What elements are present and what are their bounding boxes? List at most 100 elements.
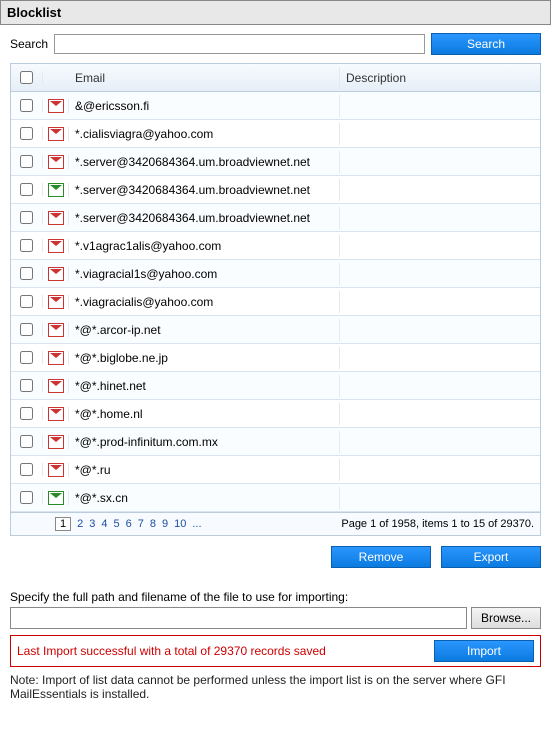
row-email: *.viagracialis@yahoo.com (69, 291, 340, 313)
table-row[interactable]: *.viagracial1s@yahoo.com (11, 260, 540, 288)
row-checkbox[interactable] (20, 379, 33, 392)
row-description (340, 130, 540, 138)
row-description (340, 382, 540, 390)
mail-icon (48, 323, 64, 337)
row-checkbox[interactable] (20, 239, 33, 252)
row-checkbox[interactable] (20, 407, 33, 420)
mail-icon (48, 127, 64, 141)
row-checkbox-cell (11, 239, 43, 252)
export-button[interactable]: Export (441, 546, 541, 568)
file-row: Browse... (10, 607, 541, 629)
row-checkbox-cell (11, 407, 43, 420)
row-checkbox[interactable] (20, 295, 33, 308)
table-row[interactable]: &@ericsson.fi (11, 92, 540, 120)
row-icon-cell (43, 407, 69, 421)
pager-page[interactable]: 6 (126, 518, 132, 530)
row-description (340, 102, 540, 110)
row-checkbox[interactable] (20, 127, 33, 140)
row-icon-cell (43, 267, 69, 281)
action-row: Remove Export (10, 546, 541, 568)
pager-page[interactable]: 2 (77, 518, 83, 530)
row-checkbox[interactable] (20, 267, 33, 280)
table-row[interactable]: *.cialisviagra@yahoo.com (11, 120, 540, 148)
mail-icon (48, 463, 64, 477)
mail-icon (48, 267, 64, 281)
import-label: Specify the full path and filename of th… (10, 590, 541, 604)
select-all-checkbox[interactable] (20, 71, 33, 84)
pager-page[interactable]: ... (192, 518, 201, 530)
row-icon-cell (43, 295, 69, 309)
row-icon-cell (43, 351, 69, 365)
row-description (340, 410, 540, 418)
row-checkbox[interactable] (20, 351, 33, 364)
browse-button[interactable]: Browse... (471, 607, 541, 629)
search-row: Search Search (10, 33, 541, 55)
import-note: Note: Import of list data cannot be perf… (10, 673, 541, 701)
row-email: *@*.sx.cn (69, 487, 340, 509)
search-button[interactable]: Search (431, 33, 541, 55)
pager: 12345678910... Page 1 of 1958, items 1 t… (10, 513, 541, 536)
description-header[interactable]: Description (340, 67, 540, 89)
table-row[interactable]: *.server@3420684364.um.broadviewnet.net (11, 148, 540, 176)
pager-page[interactable]: 9 (162, 518, 168, 530)
table-body: &@ericsson.fi*.cialisviagra@yahoo.com*.s… (11, 92, 540, 512)
row-checkbox-cell (11, 295, 43, 308)
row-checkbox[interactable] (20, 211, 33, 224)
import-path-input[interactable] (10, 607, 467, 629)
row-icon-cell (43, 183, 69, 197)
mail-icon (48, 155, 64, 169)
row-email: *.v1agrac1alis@yahoo.com (69, 235, 340, 257)
pager-page[interactable]: 5 (114, 518, 120, 530)
row-email: *@*.biglobe.ne.jp (69, 347, 340, 369)
row-description (340, 494, 540, 502)
import-button[interactable]: Import (434, 640, 534, 662)
table-row[interactable]: *@*.sx.cn (11, 484, 540, 512)
row-checkbox[interactable] (20, 323, 33, 336)
pager-page[interactable]: 7 (138, 518, 144, 530)
table-row[interactable]: *@*.home.nl (11, 400, 540, 428)
table-row[interactable]: *@*.hinet.net (11, 372, 540, 400)
pager-page[interactable]: 4 (101, 518, 107, 530)
mail-icon (48, 435, 64, 449)
mail-icon (48, 211, 64, 225)
row-checkbox-cell (11, 211, 43, 224)
row-checkbox-cell (11, 351, 43, 364)
table-row[interactable]: *.server@3420684364.um.broadviewnet.net (11, 176, 540, 204)
row-checkbox[interactable] (20, 435, 33, 448)
import-section: Specify the full path and filename of th… (10, 590, 541, 701)
table-row[interactable]: *.v1agrac1alis@yahoo.com (11, 232, 540, 260)
row-icon-cell (43, 99, 69, 113)
row-description (340, 298, 540, 306)
remove-button[interactable]: Remove (331, 546, 431, 568)
row-email: &@ericsson.fi (69, 95, 340, 117)
row-checkbox[interactable] (20, 155, 33, 168)
pager-page[interactable]: 8 (150, 518, 156, 530)
row-description (340, 242, 540, 250)
row-description (340, 186, 540, 194)
row-checkbox[interactable] (20, 491, 33, 504)
row-checkbox-cell (11, 379, 43, 392)
table-row[interactable]: *.viagracialis@yahoo.com (11, 288, 540, 316)
pager-page[interactable]: 3 (89, 518, 95, 530)
pager-page[interactable]: 10 (174, 518, 186, 530)
row-email: *@*.arcor-ip.net (69, 319, 340, 341)
row-description (340, 326, 540, 334)
row-email: *.server@3420684364.um.broadviewnet.net (69, 207, 340, 229)
table-row[interactable]: *.server@3420684364.um.broadviewnet.net (11, 204, 540, 232)
table-row[interactable]: *@*.prod-infinitum.com.mx (11, 428, 540, 456)
content-area: Search Search Email Description &@ericss… (0, 25, 551, 709)
table-row[interactable]: *@*.arcor-ip.net (11, 316, 540, 344)
table-row[interactable]: *@*.ru (11, 456, 540, 484)
row-icon-cell (43, 435, 69, 449)
row-checkbox[interactable] (20, 183, 33, 196)
row-icon-cell (43, 491, 69, 505)
row-checkbox[interactable] (20, 463, 33, 476)
search-input[interactable] (54, 34, 425, 54)
email-header[interactable]: Email (69, 67, 340, 89)
select-all-cell (11, 71, 43, 84)
mail-icon (48, 183, 64, 197)
mail-icon (48, 239, 64, 253)
row-checkbox[interactable] (20, 99, 33, 112)
table-row[interactable]: *@*.biglobe.ne.jp (11, 344, 540, 372)
row-checkbox-cell (11, 183, 43, 196)
